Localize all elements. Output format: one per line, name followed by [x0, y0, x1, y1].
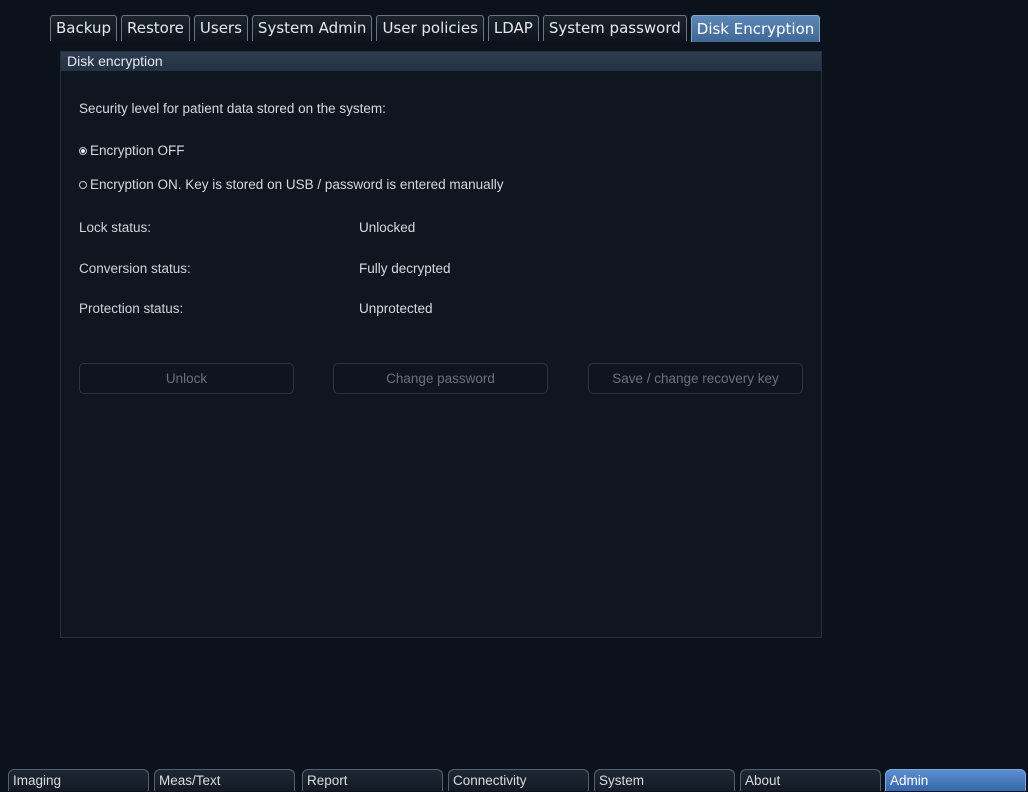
recovery-key-button[interactable]: Save / change recovery key: [588, 363, 803, 394]
radio-encryption-off-label: Encryption OFF: [90, 143, 185, 158]
tab-system-password[interactable]: System password: [542, 15, 687, 41]
protection-status-value: Unprotected: [359, 301, 433, 316]
protection-status-label: Protection status:: [79, 301, 184, 316]
tab-system-admin[interactable]: System Admin: [251, 15, 373, 41]
tab-imaging[interactable]: Imaging: [8, 769, 149, 791]
tab-users[interactable]: Users: [193, 15, 248, 41]
panel-content: Security level for patient data stored o…: [61, 71, 821, 637]
tab-admin[interactable]: Admin: [885, 769, 1026, 791]
radio-checked-icon: [79, 146, 87, 155]
panel-title: Disk encryption: [61, 52, 821, 71]
tab-restore[interactable]: Restore: [120, 15, 190, 41]
unlock-button[interactable]: Unlock: [79, 363, 294, 394]
admin-tab-bar: Backup Restore Users System Admin User p…: [50, 15, 824, 42]
tab-connectivity[interactable]: Connectivity: [448, 769, 589, 791]
disk-encryption-panel: Disk encryption Security level for patie…: [60, 51, 822, 638]
tab-about[interactable]: About: [740, 769, 881, 791]
radio-encryption-on-label: Encryption ON. Key is stored on USB / pa…: [90, 177, 504, 192]
tab-disk-encryption[interactable]: Disk Encryption: [690, 15, 821, 42]
security-level-prompt: Security level for patient data stored o…: [79, 101, 386, 116]
radio-encryption-off[interactable]: Encryption OFF: [79, 143, 185, 158]
tab-system[interactable]: System: [594, 769, 735, 791]
change-password-button[interactable]: Change password: [333, 363, 548, 394]
tab-ldap[interactable]: LDAP: [487, 15, 539, 41]
radio-encryption-on[interactable]: Encryption ON. Key is stored on USB / pa…: [79, 177, 503, 192]
lock-status-label: Lock status:: [79, 220, 152, 235]
main-tab-bar: Imaging Meas/Text Report Connectivity Sy…: [0, 769, 1028, 792]
conversion-status-value: Fully decrypted: [359, 261, 451, 276]
radio-unchecked-icon: [79, 180, 87, 189]
tab-meas-text[interactable]: Meas/Text: [154, 769, 295, 791]
tab-report[interactable]: Report: [302, 769, 443, 791]
tab-backup[interactable]: Backup: [50, 15, 117, 41]
conversion-status-label: Conversion status:: [79, 261, 191, 276]
tab-user-policies[interactable]: User policies: [376, 15, 484, 41]
lock-status-value: Unlocked: [359, 220, 416, 235]
